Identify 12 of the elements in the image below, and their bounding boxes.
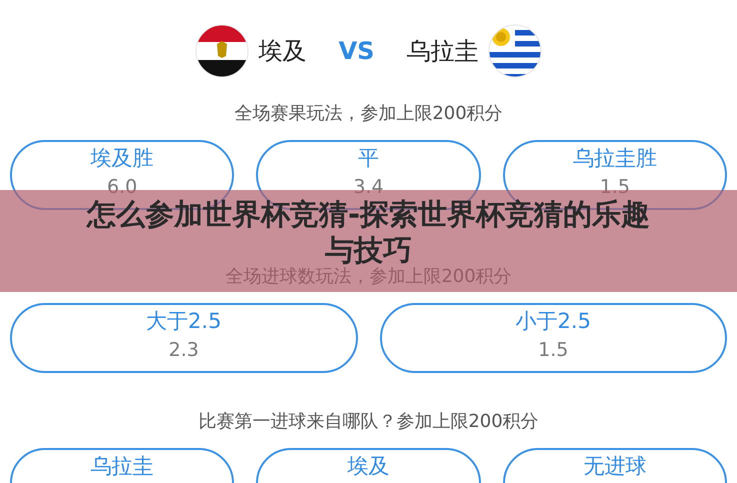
away-team-name: 乌拉圭 <box>406 36 478 67</box>
bet-option-button[interactable]: 乌拉圭 <box>10 448 234 483</box>
bet-option-button[interactable]: 小于2.5 1.5 <box>380 303 727 373</box>
bet-option-button[interactable]: 无进球 <box>502 448 727 483</box>
section-title: 比赛第一进球来自哪队？参加上限200积分 <box>198 410 539 434</box>
bet-option-button[interactable]: 大于2.5 2.3 <box>10 303 358 373</box>
section-title: 全场赛果玩法，参加上限200积分 <box>234 102 503 126</box>
egypt-flag-icon <box>194 24 249 78</box>
bet-option-button[interactable]: 埃及 <box>256 448 481 483</box>
home-team-name: 埃及 <box>258 36 307 67</box>
uruguay-flag-icon <box>488 24 542 78</box>
versus-label: VS <box>338 36 374 67</box>
